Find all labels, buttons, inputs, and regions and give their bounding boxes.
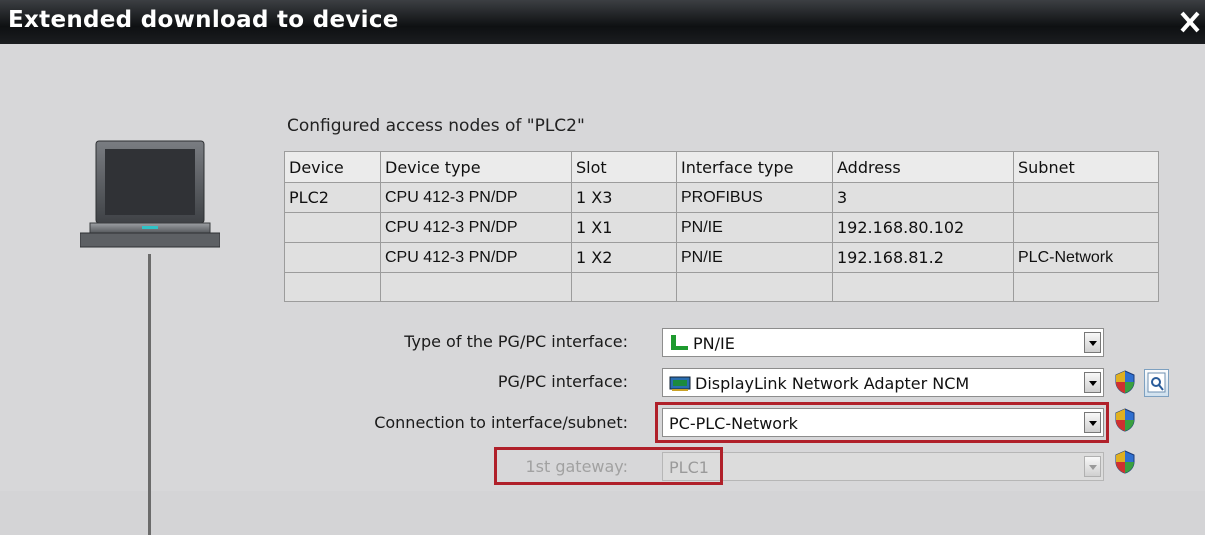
cell-device-type	[380, 272, 572, 302]
cell-slot: 1 X2	[571, 242, 677, 273]
security-shield-icon	[1115, 370, 1135, 394]
pgpc-interface-label: PG/PC interface:	[497, 372, 628, 391]
access-nodes-caption: Configured access nodes of "PLC2"	[287, 116, 585, 136]
cell-subnet: PLC-Network	[1013, 242, 1159, 273]
gateway-select: PLC1	[662, 452, 1104, 481]
chevron-down-icon	[1084, 456, 1101, 477]
column-header-interface-type[interactable]: Interface type	[676, 151, 833, 183]
table-row[interactable]: PLC2 CPU 412-3 PN/DP 1 X3 PROFIBUS 3	[284, 182, 1159, 213]
cell-device-type: CPU 412-3 PN/DP	[380, 182, 572, 213]
search-icon	[1147, 372, 1166, 393]
cell-device-type: CPU 412-3 PN/DP	[380, 212, 572, 243]
connection-line	[148, 254, 151, 535]
cell-address: 3	[832, 182, 1014, 213]
cell-device	[284, 272, 381, 302]
cell-device	[284, 212, 381, 243]
interface-type-label: Type of the PG/PC interface:	[404, 332, 628, 351]
cell-device	[284, 242, 381, 273]
cell-address: 192.168.80.102	[832, 212, 1014, 243]
interface-type-value: PN/IE	[669, 334, 735, 353]
cell-slot: 1 X1	[571, 212, 677, 243]
cell-interface-type: PROFIBUS	[676, 182, 833, 213]
pgpc-interface-value: DisplayLink Network Adapter NCM	[669, 374, 969, 393]
interface-type-select[interactable]: PN/IE	[662, 328, 1104, 357]
window-title: Extended download to device	[8, 7, 399, 33]
cell-subnet	[1013, 212, 1159, 243]
security-shield-icon	[1115, 408, 1135, 432]
close-icon[interactable]	[1174, 4, 1205, 38]
connection-highlight	[655, 402, 1109, 443]
table-header-row: Device Device type Slot Interface type A…	[284, 151, 1159, 183]
column-header-device-type[interactable]: Device type	[380, 151, 572, 183]
cell-device-type: CPU 412-3 PN/DP	[380, 242, 572, 273]
title-bar: Extended download to device	[0, 0, 1205, 44]
access-nodes-table: Device Device type Slot Interface type A…	[284, 151, 1159, 302]
cell-subnet	[1013, 182, 1159, 213]
table-row[interactable]: CPU 412-3 PN/DP 1 X2 PN/IE 192.168.81.2 …	[284, 242, 1159, 273]
gateway-highlight	[494, 447, 723, 485]
network-plug-icon	[671, 335, 688, 350]
table-row[interactable]	[284, 272, 1159, 302]
chevron-down-icon[interactable]	[1084, 372, 1101, 393]
column-header-subnet[interactable]: Subnet	[1013, 151, 1159, 183]
cell-device: PLC2	[284, 182, 381, 213]
column-header-slot[interactable]: Slot	[571, 151, 677, 183]
interface-type-text: PN/IE	[693, 334, 735, 353]
search-devices-button[interactable]	[1144, 369, 1169, 397]
column-header-address[interactable]: Address	[832, 151, 1014, 183]
table-row[interactable]: CPU 412-3 PN/DP 1 X1 PN/IE 192.168.80.10…	[284, 212, 1159, 243]
cell-slot: 1 X3	[571, 182, 677, 213]
pgpc-interface-select[interactable]: DisplayLink Network Adapter NCM	[662, 368, 1104, 397]
network-card-icon	[669, 376, 691, 391]
cell-address	[832, 272, 1014, 302]
column-header-device[interactable]: Device	[284, 151, 381, 183]
cell-address: 192.168.81.2	[832, 242, 1014, 273]
cell-interface-type	[676, 272, 833, 302]
chevron-down-icon[interactable]	[1084, 332, 1101, 353]
cell-interface-type: PN/IE	[676, 212, 833, 243]
security-shield-icon	[1115, 450, 1135, 474]
cell-interface-type: PN/IE	[676, 242, 833, 273]
cell-slot	[571, 272, 677, 302]
cell-subnet	[1013, 272, 1159, 302]
dialog-body: Configured access nodes of "PLC2" Device…	[0, 44, 1205, 535]
pgpc-interface-text: DisplayLink Network Adapter NCM	[695, 374, 970, 393]
connection-label: Connection to interface/subnet:	[374, 413, 628, 432]
pg-pc-laptop-icon	[80, 140, 220, 248]
